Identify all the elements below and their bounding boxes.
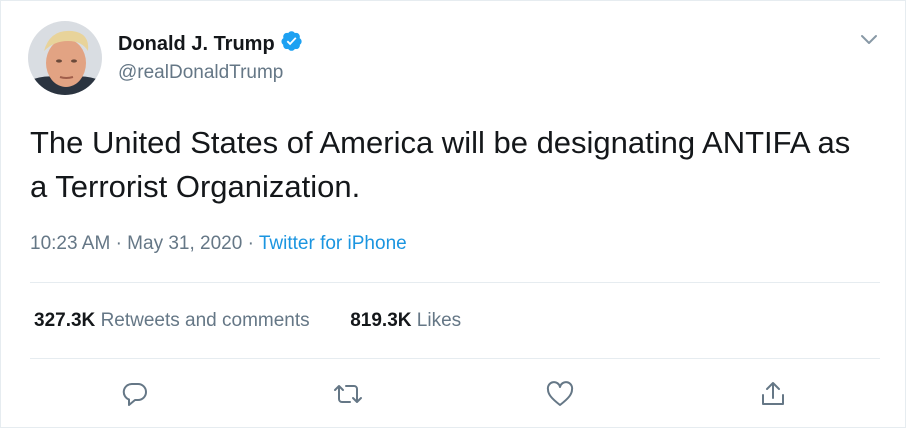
tweet-text: The United States of America will be des… (30, 125, 851, 204)
display-name-text: Donald J. Trump (118, 32, 275, 55)
share-button[interactable] (756, 379, 790, 413)
heart-icon (544, 379, 576, 414)
tweet-source-link[interactable]: Twitter for iPhone (259, 233, 407, 254)
retweets-stat[interactable]: 327.3K Retweets and comments (34, 310, 315, 331)
tweet-stats: 327.3K Retweets and comments 819.3K Like… (34, 310, 461, 332)
separator-dot: · (115, 233, 128, 254)
likes-label: Likes (416, 310, 462, 331)
like-button[interactable] (543, 379, 577, 413)
tweet-time[interactable]: 10:23 AM (30, 233, 110, 254)
share-icon (758, 379, 788, 414)
avatar[interactable] (28, 21, 102, 95)
reply-icon (120, 379, 150, 414)
reply-button[interactable] (118, 379, 152, 413)
tweet-card: Donald J. Trump @realDonaldTrump The Uni… (0, 0, 906, 428)
user-handle[interactable]: @realDonaldTrump (118, 62, 283, 84)
chevron-down-icon[interactable] (856, 28, 882, 50)
divider (30, 358, 880, 359)
verified-badge-icon (281, 30, 303, 58)
display-name[interactable]: Donald J. Trump (118, 30, 303, 58)
retweets-label: Retweets and comments (100, 310, 310, 331)
divider (30, 282, 880, 283)
likes-stat[interactable]: 819.3K Likes (350, 310, 461, 331)
tweet-metadata: 10:23 AM · May 31, 2020 · Twitter for iP… (30, 233, 407, 255)
separator-dot: · (247, 233, 259, 254)
tweet-date[interactable]: May 31, 2020 (127, 233, 242, 254)
likes-count: 819.3K (350, 310, 412, 331)
retweet-icon (331, 379, 365, 414)
retweet-button[interactable] (331, 379, 365, 413)
retweets-count: 327.3K (34, 310, 96, 331)
